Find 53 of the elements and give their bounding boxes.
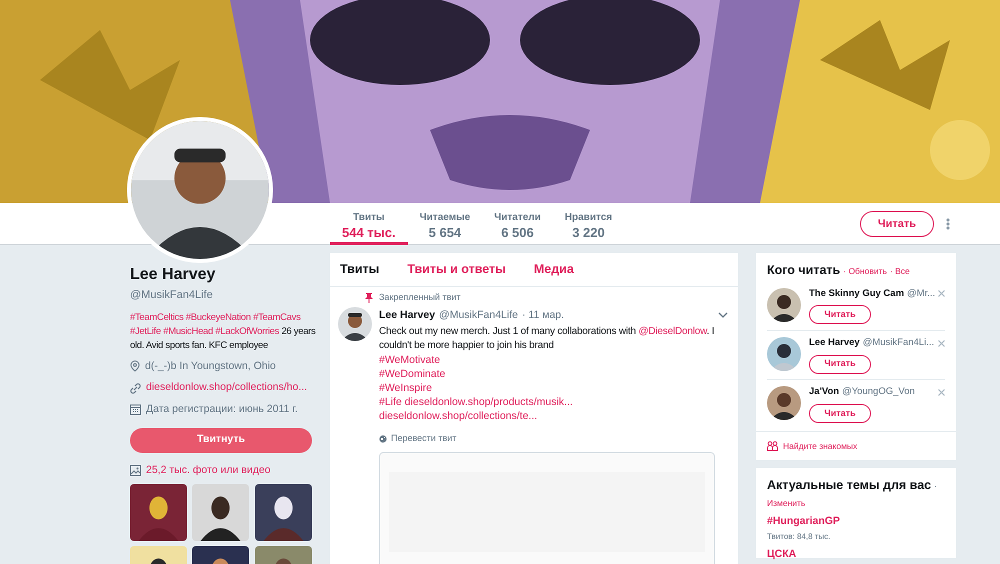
author-handle: @MusikFan4Life	[439, 308, 518, 322]
tweet-text: Check out my new merch. Just 1 of many collaborations with @DieselDonlow. I couldn't be more happier to join his brand	[379, 325, 716, 354]
hashtag-link[interactable]: #LackOfWorries	[215, 326, 280, 336]
stat-tab[interactable]: Нравится 3 220	[552, 203, 624, 245]
hashtag-link[interactable]: #TeamCavs	[253, 312, 301, 322]
author-name[interactable]: Lee Harvey	[379, 308, 436, 324]
join-date: Дата регистрации: июнь 2011 г.	[146, 402, 298, 417]
section-title: Актуальные темы для вас	[767, 477, 932, 494]
tweet-link[interactable]: #WeMotivate	[379, 353, 440, 368]
follow-button[interactable]: Читать	[860, 211, 934, 237]
timeline-tab[interactable]: Медиа	[534, 260, 574, 279]
change-link[interactable]: Изменить	[767, 497, 806, 510]
stat-tab[interactable]: Твиты 544 тыс.	[330, 203, 408, 245]
location-text: d(-_-)b In Youngstown, Ohio	[145, 358, 276, 374]
website-link[interactable]: dieseldonlow.shop/collections/ho...	[146, 380, 308, 396]
media-link[interactable]: 25,2 тыс. фото или видео	[146, 462, 271, 478]
profile-name: Lee Harvey	[130, 265, 216, 285]
trend-link[interactable]: ЦСКА	[767, 546, 796, 562]
user-handle: @Mr...	[907, 286, 936, 301]
tweet-link[interactable]: dieseldonlow.shop/collections/te...	[379, 409, 538, 424]
follow-button[interactable]: Читать	[809, 354, 871, 374]
hashtag-link[interactable]: #MusicHead	[163, 326, 214, 336]
find-friends-link[interactable]: Найдите знакомых	[783, 440, 858, 452]
all-link[interactable]: · Все	[890, 265, 910, 278]
section-title: Кого читать	[767, 262, 840, 279]
trend-link[interactable]: #HungarianGP	[767, 514, 840, 530]
tweet-link[interactable]: #Life dieseldonlow.shop/products/musik...	[379, 395, 573, 410]
hashtag-link[interactable]: #BuckeyeNation	[186, 312, 251, 322]
tweet-time[interactable]: · 11 мар.	[522, 308, 564, 324]
profile-handle: @MusikFan4Life	[130, 288, 214, 303]
tweet-link[interactable]: #WeInspire	[379, 381, 432, 396]
user-name[interactable]: Ja'Von	[809, 385, 840, 400]
stat-tab[interactable]: Читаемые 5 654	[408, 203, 482, 245]
hashtag-link[interactable]: #TeamCeltics	[130, 312, 184, 322]
timeline-tab[interactable]: Твиты	[340, 260, 380, 279]
tweet-button[interactable]: Твитнуть	[130, 428, 312, 453]
timeline-tab[interactable]: Твиты и ответы	[407, 260, 506, 279]
user-name[interactable]: Lee Harvey	[809, 336, 860, 350]
hashtag-link[interactable]: #JetLife	[130, 326, 161, 336]
stat-tab[interactable]: Читатели 6 506	[482, 203, 553, 245]
refresh-link[interactable]: · Обновить	[843, 265, 887, 278]
pinned-label: Закрепленный твит	[379, 291, 461, 304]
trend-count: Твитов: 84,8 тыс.	[767, 530, 832, 542]
user-handle: @MusikFan4Li...	[862, 336, 934, 350]
bio-text: #TeamCeltics #BuckeyeNation #TeamCavs #JetLife #MusicHead #LackOfWorries 26 years old. Avid sports fan. KFC employee	[130, 310, 316, 352]
tweet-link[interactable]: #WeDominate	[379, 367, 446, 382]
follow-button[interactable]: Читать	[809, 305, 871, 324]
separator-dot: ·	[934, 480, 938, 494]
user-handle: @YoungOG_Von	[842, 385, 915, 400]
translate-link[interactable]: Перевести твит	[391, 432, 456, 446]
follow-button[interactable]: Читать	[809, 404, 871, 423]
mention-link[interactable]: @DieselDonlow	[638, 326, 707, 338]
user-name[interactable]: The Skinny Guy Cam	[809, 286, 904, 301]
